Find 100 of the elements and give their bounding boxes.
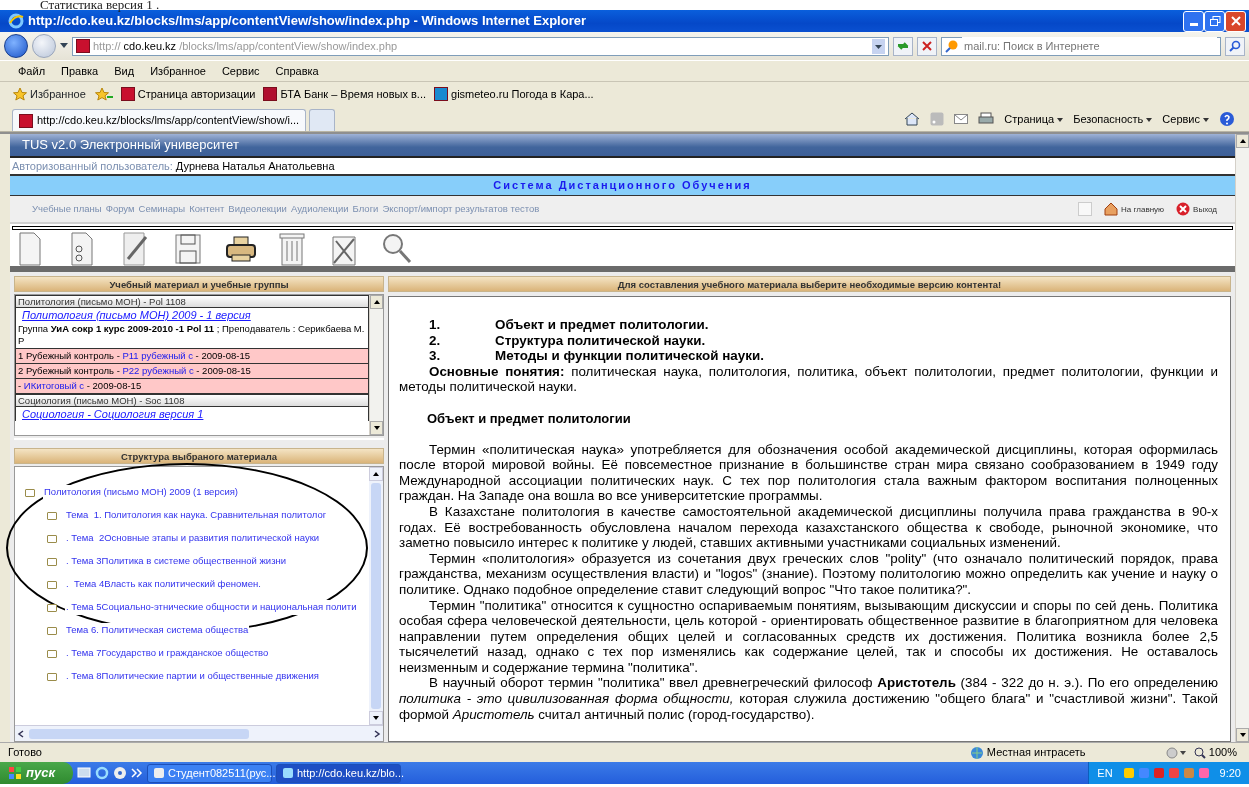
paragraph: В научный оборот термин "политика" ввел древнегреческий философ Аристотель (384 - 322 до н. э.). По его определению политика - это цивилизованная форма общности, которая служила достижению "общего блага" и "счастливой жизни". Такой формой Аристотель считал античный полис (город-государство).: [399, 675, 1218, 723]
menu-item[interactable]: Справка: [275, 62, 319, 80]
home-link[interactable]: На главную: [1104, 202, 1165, 216]
address-field[interactable]: http:// cdo.keu.kz /blocks/lms/app/contentView/show/index.php: [72, 36, 889, 56]
search-field[interactable]: mail.ru: Поиск в Интернете: [941, 36, 1221, 56]
desktop-icon[interactable]: [77, 766, 91, 780]
refresh-button[interactable]: [893, 36, 913, 56]
tree-item[interactable]: . Тема 7Государство и гражданское общество: [65, 646, 270, 661]
menu-item[interactable]: Сервис: [221, 62, 260, 80]
window-icon: [154, 768, 164, 778]
select-field[interactable]: [1078, 202, 1093, 216]
house-icon: [1104, 202, 1119, 216]
folder-icon: [47, 580, 57, 589]
taskbar-button[interactable]: http://cdo.keu.kz/blo...: [276, 763, 401, 783]
security-icon[interactable]: [1165, 746, 1188, 759]
close-icon: [1176, 202, 1191, 216]
list-number: 1.: [429, 317, 442, 333]
command-menu[interactable]: Страница: [1004, 110, 1064, 127]
control-entry: 2 Рубежный контроль - P22 рубежный с - 2009-08-15: [15, 364, 369, 379]
refresh-arrows-icon: [897, 40, 909, 52]
menu-item[interactable]: Файл: [18, 62, 46, 80]
document-caption: Статистика версия 1 .: [39, 0, 161, 10]
outline-item: Структура политической науки.: [495, 332, 706, 349]
control-entry: - ИКитоговый с - 2009-08-15: [15, 379, 369, 394]
panel-title: Для составления учебного материала выберите необходимые версию контента!: [388, 276, 1231, 292]
course-header: Социология (письмо МОН) - Soc 1108: [15, 394, 369, 407]
tree-item[interactable]: Тема 6. Политическая система общества: [65, 623, 250, 638]
close-button[interactable]: [1225, 10, 1246, 32]
menu-item[interactable]: Правка: [61, 62, 99, 80]
status-text: Готово: [8, 745, 42, 761]
save-icon[interactable]: [172, 231, 204, 267]
print-icon[interactable]: [978, 111, 995, 126]
paragraph: Основные понятия: политическая наука, политология, политика, объект политологии, предмет политологии, функции и методы политической науки.: [399, 363, 1218, 395]
logout-link[interactable]: Выход: [1176, 202, 1217, 216]
browser-logo-icon: [8, 13, 24, 29]
control-entry: 1 Рубежный контроль - P11 рубежный с - 2009-08-15: [15, 349, 369, 364]
zoom-icon: [1193, 746, 1206, 759]
command-menu[interactable]: Сервис: [1162, 110, 1209, 127]
course-header: Политология (письмо МОН) - Pol 1108: [15, 295, 369, 308]
favorites-button[interactable]: Избранное: [12, 84, 87, 104]
list-number: 3.: [429, 348, 442, 364]
zoom-control[interactable]: 100%: [1193, 744, 1249, 761]
home-icon[interactable]: [904, 111, 921, 126]
control-link[interactable]: P22 рубежный с: [122, 365, 194, 376]
browser-icon[interactable]: [95, 766, 109, 780]
tree-item[interactable]: . Тема 3Политика в системе общественной жизни: [65, 554, 288, 569]
more-icon[interactable]: [131, 768, 143, 778]
menu-item[interactable]: Избранное: [150, 62, 206, 80]
site-favicon-icon: [76, 39, 90, 53]
help-icon[interactable]: [1219, 110, 1235, 127]
folder-icon: [47, 534, 57, 543]
mail-icon[interactable]: [954, 112, 969, 125]
site-favicon-icon: [434, 87, 449, 101]
search-button[interactable]: [1225, 36, 1245, 56]
favorite-link[interactable]: БТА Банк – Время новых в...: [263, 85, 427, 103]
trash-icon[interactable]: [276, 231, 308, 267]
folder-icon: [47, 603, 57, 612]
stop-button[interactable]: [917, 36, 937, 56]
tree-item[interactable]: Политология (письмо МОН) 2009 (1 версия): [43, 485, 240, 500]
search-icon: [1229, 40, 1241, 52]
tree-item[interactable]: . Тема 8Политические партии и общественные движения: [65, 669, 320, 684]
tree-item[interactable]: . Тема 4Власть как политический феномен.: [65, 577, 262, 592]
control-link[interactable]: P11 рубежный с: [122, 350, 193, 361]
minimize-button[interactable]: [1183, 10, 1204, 32]
user-label: Авторизованный пользователь:: [12, 158, 173, 174]
media-icon[interactable]: [113, 766, 127, 780]
restore-icon: [1208, 15, 1221, 27]
outline-item: Методы и функции политической науки.: [495, 348, 764, 364]
restore-button[interactable]: [1204, 10, 1225, 32]
course-version-link[interactable]: Социология - Социология версия 1: [22, 408, 204, 420]
section-heading: Объект и предмет политологии: [427, 410, 632, 427]
favorite-link[interactable]: gismeteo.ru Погода в Кара...: [434, 85, 594, 103]
stop-icon: [921, 40, 933, 52]
course-version-link[interactable]: Политология (письмо МОН) 2009 - 1 версия: [22, 309, 251, 321]
command-menu[interactable]: Безопасность: [1073, 110, 1153, 127]
search-icon: [945, 39, 959, 53]
browser-tab[interactable]: http://cdo.keu.kz/blocks/lms/app/contentView/show/i...: [12, 109, 307, 131]
site-favicon-icon: [120, 87, 135, 101]
dropdown-caret-icon[interactable]: [60, 43, 68, 49]
system-title: Система Дистанционного Обучения: [10, 176, 1235, 196]
control-link[interactable]: ИКитоговый с: [23, 380, 85, 391]
favorite-link[interactable]: Страница авторизации: [120, 85, 256, 103]
tree-item[interactable]: . Тема 2Основные этапы и развития политической науки: [65, 531, 321, 546]
back-button[interactable]: [4, 34, 28, 58]
site-title: TUS v2.0 Электронный университет: [10, 134, 1235, 158]
menu-item[interactable]: Вид: [114, 62, 135, 80]
tree-item[interactable]: . Тема 5Социально-этнические общности и национальная полити: [65, 600, 358, 615]
dropdown-caret-icon[interactable]: [872, 38, 885, 54]
site-favicon-icon: [263, 87, 278, 101]
window-title: http://cdo.keu.kz/blocks/lms/app/contentView/show/index.php - Windows Internet Explorer: [28, 12, 586, 31]
tray-icon: [1138, 768, 1149, 778]
add-favorite-icon[interactable]: [94, 87, 113, 101]
paragraph: Термин «политическая наука» употребляется для обозначения особой академической дисциплины, которая оформилась после второй мировой войны. Её повсеместное признание в большинстве стран мира связано сообразованием в 1949 году Международной ассоциации политических наук. С тех пор политология стала важным фактором воспитания полноценных граждан. На Западе она вошла во все университетские программы.: [399, 441, 1218, 504]
zone-indicator: Местная интрасеть: [969, 744, 1160, 761]
folder-icon: [47, 557, 57, 566]
tray-icon: [1123, 768, 1134, 778]
windows-logo-icon: [8, 766, 22, 780]
folder-icon: [25, 488, 35, 497]
tray-icon: [1198, 768, 1209, 778]
start-button[interactable]: пуск: [0, 762, 73, 784]
